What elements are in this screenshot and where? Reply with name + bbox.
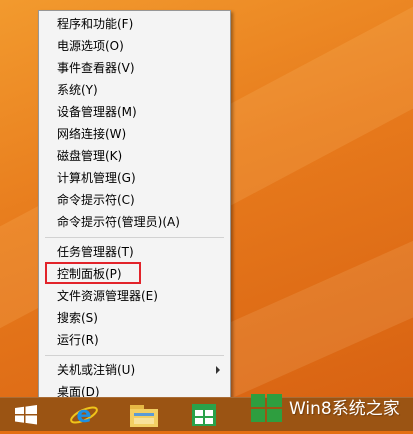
highlight-box [45,262,141,284]
windows-logo-icon [251,394,282,422]
menu-item-label: 事件查看器(V) [57,61,135,75]
menu-item-event-viewer[interactable]: 事件查看器(V) [39,57,230,79]
svg-text:e: e [77,403,92,428]
menu-item-label: 磁盘管理(K) [57,149,123,163]
menu-item-command-prompt[interactable]: 命令提示符(C) [39,189,230,211]
menu-item-label: 搜索(S) [57,311,98,325]
menu-item-search[interactable]: 搜索(S) [39,307,230,329]
menu-separator [45,355,224,356]
menu-item-run[interactable]: 运行(R) [39,329,230,351]
menu-item-command-prompt-admin[interactable]: 命令提示符(管理员)(A) [39,211,230,233]
start-button[interactable] [6,400,46,430]
menu-item-label: 程序和功能(F) [57,17,134,31]
menu-item-power-options[interactable]: 电源选项(O) [39,35,230,57]
menu-item-label: 关机或注销(U) [57,363,136,377]
menu-item-label: 设备管理器(M) [57,105,137,119]
menu-item-computer-management[interactable]: 计算机管理(G) [39,167,230,189]
menu-item-system[interactable]: 系统(Y) [39,79,230,101]
menu-item-label: 文件资源管理器(E) [57,289,158,303]
internet-explorer-icon: e [70,403,98,428]
submenu-arrow-icon [216,366,220,374]
menu-item-label: 命令提示符(C) [57,193,135,207]
menu-item-network-connections[interactable]: 网络连接(W) [39,123,230,145]
menu-item-task-manager[interactable]: 任务管理器(T) [39,241,230,263]
menu-item-disk-management[interactable]: 磁盘管理(K) [39,145,230,167]
menu-item-label: 电源选项(O) [57,39,124,53]
menu-item-shutdown-or-signout[interactable]: 关机或注销(U) [39,359,230,381]
menu-separator [45,237,224,238]
file-explorer-icon [130,405,158,427]
file-explorer-button[interactable] [124,400,164,430]
menu-item-label: 命令提示符(管理员)(A) [57,215,180,229]
menu-item-file-explorer[interactable]: 文件资源管理器(E) [39,285,230,307]
menu-item-label: 网络连接(W) [57,127,127,141]
menu-item-label: 系统(Y) [57,83,98,97]
menu-item-programs-and-features[interactable]: 程序和功能(F) [39,13,230,35]
menu-item-label: 运行(R) [57,333,99,347]
menu-item-device-manager[interactable]: 设备管理器(M) [39,101,230,123]
watermark: Win8系统之家 [249,388,400,428]
winx-context-menu: 程序和功能(F) 电源选项(O) 事件查看器(V) 系统(Y) 设备管理器(M)… [38,10,231,401]
store-button[interactable] [184,400,224,430]
menu-item-control-panel[interactable]: 控制面板(P) [39,262,230,285]
menu-item-label: 计算机管理(G) [57,171,136,185]
watermark-text: Win8系统之家 [289,399,400,419]
store-icon [192,404,216,426]
start-icon [15,405,37,425]
menu-item-label: 任务管理器(T) [57,245,134,259]
internet-explorer-button[interactable]: e [64,400,104,430]
